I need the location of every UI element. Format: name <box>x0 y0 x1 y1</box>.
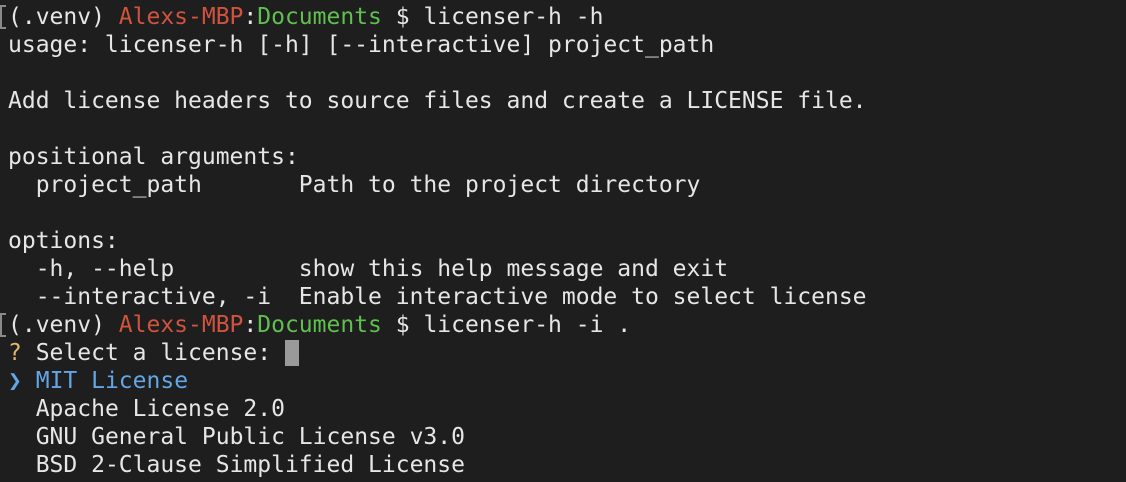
prompt-line-1: (.venv) Alexs-MBP:Documents $ licenser-h… <box>0 3 1126 31</box>
arg-name: project_path <box>8 172 299 198</box>
prompt-line-2: (.venv) Alexs-MBP:Documents $ licenser-h… <box>0 311 1126 339</box>
prompt-separator: : <box>243 4 258 30</box>
command-text: licenser-h -i . <box>423 312 632 338</box>
license-option-label: Apache License 2.0 <box>35 396 285 422</box>
license-option-bsd[interactable]: BSD 2-Clause Simplified License <box>0 451 1126 479</box>
text-cursor[interactable] <box>284 340 299 366</box>
option-description: show this help message and exit <box>298 256 729 282</box>
prompt-dollar: $ <box>381 4 424 30</box>
options-header: options: <box>8 228 119 254</box>
command-text: licenser-h -h <box>423 4 604 30</box>
arg-description: Path to the project directory <box>298 172 701 198</box>
license-option-gpl[interactable]: GNU General Public License v3.0 <box>0 423 1126 451</box>
prompt-separator: : <box>243 312 258 338</box>
option-name: --interactive, -i <box>8 284 299 310</box>
license-option-mit[interactable]: ❯ MIT License <box>0 367 1126 395</box>
selection-pointer-icon: ❯ <box>8 368 22 394</box>
option-row: -h, --help show this help message and ex… <box>0 255 1126 283</box>
license-option-label: BSD 2-Clause Simplified License <box>35 452 465 478</box>
license-option-label: MIT License <box>35 368 189 394</box>
terminal-window[interactable]: (.venv) Alexs-MBP:Documents $ licenser-h… <box>0 0 1126 482</box>
question-mark-icon: ? <box>8 340 22 366</box>
positional-header: positional arguments: <box>8 144 299 170</box>
host-name: Alexs-MBP <box>118 4 244 30</box>
prompt-dollar: $ <box>381 312 424 338</box>
option-name: -h, --help <box>8 256 299 282</box>
description-line: Add license headers to source files and … <box>8 88 867 114</box>
current-directory: Documents <box>257 4 382 30</box>
host-name: Alexs-MBP <box>118 312 244 338</box>
usage-line: usage: licenser-h [-h] [--interactive] p… <box>8 32 715 58</box>
venv-label: (.venv) <box>8 4 119 30</box>
select-question-line: ? Select a license: <box>0 339 1126 367</box>
positional-arg-row: project_path Path to the project directo… <box>0 171 1126 199</box>
license-option-label: GNU General Public License v3.0 <box>35 424 465 450</box>
select-question: Select a license: <box>21 340 285 366</box>
current-directory: Documents <box>257 312 382 338</box>
option-row: --interactive, -i Enable interactive mod… <box>0 283 1126 311</box>
option-description: Enable interactive mode to select licens… <box>298 284 867 310</box>
venv-label: (.venv) <box>8 312 119 338</box>
license-option-apache[interactable]: Apache License 2.0 <box>0 395 1126 423</box>
